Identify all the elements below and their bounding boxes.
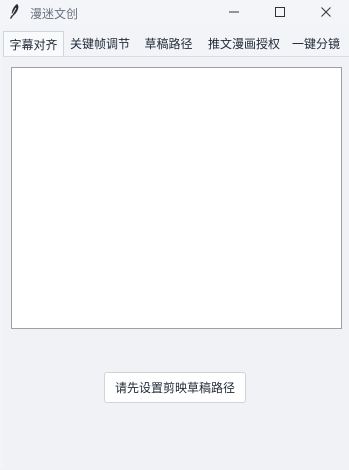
- window-title: 漫迷文创: [30, 7, 79, 21]
- app-window: 漫迷文创 字幕对齐 关键帧调节 草稿路径 推文漫画授权 一键分镜 请先设置剪映草…: [0, 0, 349, 470]
- minimize-button[interactable]: [211, 0, 257, 25]
- maximize-icon: [274, 3, 286, 22]
- set-draft-path-button[interactable]: 请先设置剪映草稿路径: [104, 372, 246, 403]
- minimize-icon: [228, 3, 240, 22]
- tab-bar: 字幕对齐 关键帧调节 草稿路径 推文漫画授权 一键分镜: [0, 31, 349, 56]
- tab-subtitle-align[interactable]: 字幕对齐: [3, 31, 64, 56]
- close-icon: [320, 3, 332, 22]
- close-button[interactable]: [303, 0, 349, 25]
- tab-keyframe-adjust[interactable]: 关键帧调节: [66, 31, 134, 56]
- feather-icon: [6, 3, 22, 21]
- tab-draft-path[interactable]: 草稿路径: [138, 31, 199, 56]
- tab-storyboard[interactable]: 一键分镜: [288, 31, 349, 56]
- maximize-button[interactable]: [257, 0, 303, 25]
- tab-comic-authorization[interactable]: 推文漫画授权: [203, 31, 285, 56]
- tab-panel: 请先设置剪映草稿路径: [3, 56, 349, 470]
- text-area[interactable]: [11, 67, 342, 329]
- title-bar[interactable]: 漫迷文创: [0, 0, 349, 25]
